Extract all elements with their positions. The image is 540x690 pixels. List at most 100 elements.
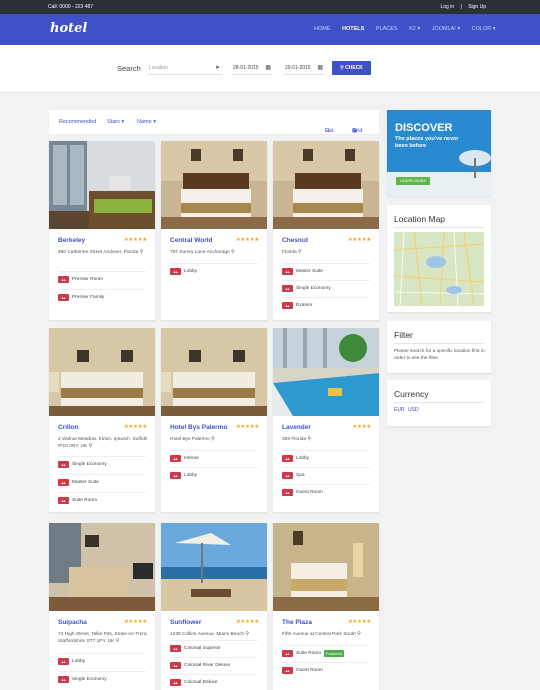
hotel-name[interactable]: The Plaza [282, 619, 312, 626]
nav-home[interactable]: HOME [314, 26, 331, 32]
nav-color[interactable]: COLOR ▾ [472, 26, 496, 32]
auth-links: Log in | Sign Up [435, 4, 486, 10]
hotel-card[interactable]: The Plaza ★★★★★ Fifth Avenue at Central … [273, 523, 379, 690]
hotel-name[interactable]: Crillon [58, 424, 79, 431]
check-button[interactable]: ⚲ CHECK [332, 61, 371, 75]
hotel-photo[interactable] [49, 328, 155, 416]
nav-k2[interactable]: K2 ▾ [409, 26, 420, 32]
amenity-item: ▴▴ Lobby [170, 263, 258, 278]
amenity-item: ▴▴ Guest Room [282, 662, 370, 677]
hotel-name[interactable]: Berkeley [58, 237, 85, 244]
amenity-item: ▴▴ Interior [170, 450, 258, 465]
hotel-name[interactable]: Sunflower [170, 619, 201, 626]
currency-eur[interactable]: EUR [394, 407, 405, 413]
amenity-item: ▴▴ Premier Room [58, 271, 146, 286]
hotel-photo[interactable] [49, 141, 155, 229]
hotel-card[interactable]: Crillon ★★★★★ 2 Walnut Meadow, Kirton, I… [49, 328, 155, 512]
filter-widget: Filter Please search for a specific loca… [387, 321, 491, 373]
login-link[interactable]: Log in [440, 4, 454, 10]
hotel-name[interactable]: Suipacha [58, 619, 87, 626]
amenity-label: Lobby [72, 659, 86, 664]
hotel-card[interactable]: Berkeley ★★★★★ 860 Catherine Street Ando… [49, 141, 155, 320]
amenity-item: ▴▴ Master Suite [282, 263, 370, 278]
sort-name[interactable]: Name ▾ [137, 119, 156, 125]
divider [394, 227, 484, 228]
hotel-name[interactable]: Central World [170, 237, 213, 244]
divider [394, 402, 484, 403]
room-icon: ▴▴ [282, 489, 293, 496]
hotel-address: 2 Walnut Meadow, Kirton, Ipswich, Suffol… [58, 436, 150, 450]
hotel-photo[interactable] [273, 523, 379, 611]
star-rating: ★★★★★ [347, 237, 371, 243]
location-input[interactable]: Location ➤ [147, 61, 222, 75]
star-rating: ★★★★ [352, 424, 371, 430]
learn-more-button[interactable]: LEARN MORE [396, 177, 430, 185]
amenity-label: Exterior [296, 303, 313, 308]
hotel-photo[interactable] [273, 328, 379, 416]
amenity-item: ▴▴ Exterior [282, 297, 370, 312]
hotel-name[interactable]: Chesnut [282, 237, 308, 244]
checkin-input[interactable]: 28-01-2015 ▦ [231, 61, 273, 75]
amenity-label: Single Economy [72, 677, 107, 682]
hotel-photo[interactable] [273, 141, 379, 229]
room-icon: ▴▴ [282, 302, 293, 309]
calendar-icon: ▦ [317, 65, 323, 71]
currency-title: Currency [394, 389, 429, 399]
hotel-card[interactable]: Lavender ★★★★ 359 Florida ⚲ ▴▴ Lobby ▴▴ Sp… [273, 328, 379, 512]
hotel-photo[interactable] [49, 523, 155, 611]
hotel-card[interactable]: Central World ★★★★★ 797 Surrey Lane Anch… [161, 141, 267, 320]
nav-hotels[interactable]: HOTELS [342, 26, 364, 32]
hotel-name[interactable]: Hotel Bys Palermo [170, 424, 227, 431]
hotel-address: 860 Catherine Street Andover, Florida ⚲ [58, 249, 150, 256]
map-pin-icon: ⚲ [231, 250, 235, 255]
amenity-label: Spa [296, 473, 305, 478]
checkout-value: 29-01-2015 [285, 65, 311, 71]
currency-usd[interactable]: USD [408, 407, 419, 413]
amenity-item: ▴▴ Suite Room [58, 492, 146, 507]
discover-banner[interactable]: DISCOVER The places you've never been be… [387, 110, 491, 196]
hotel-address: 797 Surrey Lane Anchorage ⚲ [170, 249, 262, 256]
address-text: 2 Walnut Meadow, Kirton, Ipswich, Suffol… [58, 437, 148, 449]
amenity-label: Master Suite [296, 269, 323, 274]
hotel-photo[interactable] [161, 328, 267, 416]
hotel-card[interactable]: Sunflower ★★★★★ 1238 Collins Avenue, Mia… [161, 523, 267, 690]
nav-places[interactable]: PLACES [376, 26, 398, 32]
amenity-item: ▴▴ Lobby [282, 450, 370, 465]
checkin-value: 28-01-2015 [233, 65, 259, 71]
star-rating: ★★★★★ [235, 424, 259, 430]
amenity-label: Premier Room [72, 277, 103, 282]
hotel-photo-image [49, 523, 155, 611]
search-label: Search [117, 64, 141, 73]
hotel-photo[interactable] [161, 141, 267, 229]
search-bar: Search Location ➤ 28-01-2015 ▦ 29-01-201… [0, 45, 540, 93]
star-rating: ★★★★★ [123, 424, 147, 430]
location-map[interactable] [394, 232, 484, 306]
hotel-card[interactable]: Hotel Bys Palermo ★★★★★ Hotel Bys Palerm… [161, 328, 267, 512]
checkout-input[interactable]: 29-01-2015 ▦ [283, 61, 325, 75]
map-pin-icon: ⚲ [307, 437, 311, 442]
amenity-label: Suite Room [72, 498, 98, 503]
amenity-item: ▴▴ Colonial Superior [170, 640, 258, 655]
room-icon: ▴▴ [58, 497, 69, 504]
hotel-card[interactable]: Suipacha ★★★★★ 74 High Street, Talke Pit… [49, 523, 155, 690]
hotel-photo[interactable] [161, 523, 267, 611]
sort-recommended[interactable]: Recommended [59, 119, 96, 125]
hotel-card[interactable]: Chesnut ★★★★★ Florida ⚲ ▴▴ Master Suite ▴… [273, 141, 379, 320]
amenity-label: Lobby [184, 473, 198, 478]
amenity-item: ▴▴ Colonial River Deluxe [170, 657, 258, 672]
location-placeholder: Location [149, 65, 168, 71]
hotel-address: 359 Florida ⚲ [282, 436, 374, 443]
hotel-name[interactable]: Lavender [282, 424, 311, 431]
site-logo[interactable]: hotel [50, 21, 87, 36]
signup-link[interactable]: Sign Up [468, 4, 486, 10]
room-icon: ▴▴ [58, 676, 69, 683]
amenity-item: ▴▴ Master Suite [58, 474, 146, 489]
room-icon: ▴▴ [58, 461, 69, 468]
hotel-address: Fifth Avenue at Central Park South ⚲ [282, 631, 374, 638]
amenity-label: Colonial River Deluxe [184, 663, 231, 668]
room-icon: ▴▴ [282, 268, 293, 275]
nav-menu: HOME HOTELS PLACES K2 ▾ JOOMLA! ▾ COLOR … [314, 26, 506, 32]
nav-joomla[interactable]: JOOMLA! ▾ [432, 26, 460, 32]
map-pin-icon: ⚲ [88, 444, 93, 449]
sort-stars[interactable]: Stars ▾ [107, 119, 124, 125]
